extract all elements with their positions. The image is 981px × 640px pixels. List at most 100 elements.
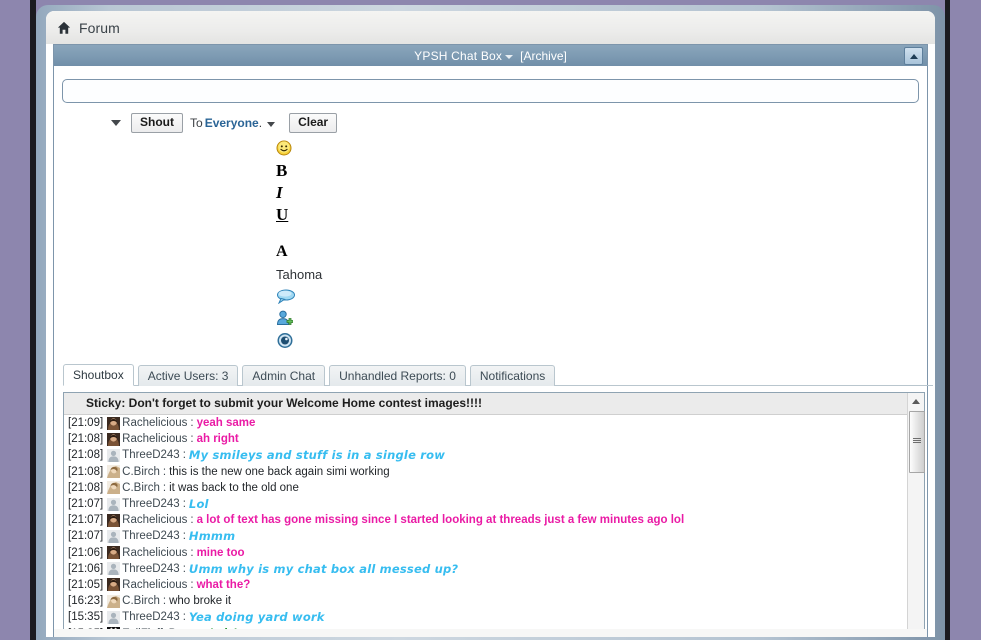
message-row: [21:09] Rachelicious: yeah same — [64, 415, 907, 431]
message-row: [21:08] C.Birch: it was back to the old on… — [64, 480, 907, 496]
chevron-up-icon — [909, 53, 918, 59]
tab-notifications[interactable]: Notifications — [469, 365, 556, 386]
message-username[interactable]: Rachelicious — [122, 514, 187, 526]
message-username[interactable]: C.Birch — [122, 482, 160, 494]
message-text: Yea doing yard work — [188, 610, 325, 625]
message-row: [21:08] C.Birch: this is the new one back … — [64, 464, 907, 480]
message-text: Lol — [188, 497, 209, 512]
breadcrumb: Forum — [46, 11, 935, 44]
message-separator: : — [182, 611, 186, 624]
avatar-rachelicious[interactable] — [107, 546, 121, 560]
avatar-threed243[interactable] — [107, 562, 121, 576]
shout-button[interactable]: Shout — [131, 113, 183, 133]
speech-bubble-button[interactable] — [276, 285, 396, 307]
message-row: [21:08] Rachelicious: ah right — [64, 431, 907, 447]
add-user-button[interactable] — [276, 307, 396, 329]
chevron-down-icon[interactable] — [505, 55, 514, 59]
avatar-cbirch[interactable] — [107, 481, 121, 495]
sound-icon — [277, 332, 293, 348]
message-separator: : — [190, 578, 194, 591]
message-username[interactable]: Rachelicious — [122, 579, 187, 591]
shout-input[interactable] — [62, 79, 919, 103]
message-text: mine too — [196, 546, 245, 559]
font-family-select[interactable]: Tahoma — [276, 263, 396, 285]
message-text: Hmmm — [188, 529, 236, 544]
clear-button[interactable]: Clear — [289, 113, 338, 133]
message-separator: : — [182, 498, 186, 511]
message-separator: : — [182, 562, 186, 575]
avatar-threed243[interactable] — [107, 529, 121, 543]
shoutbox-log: Sticky: Don't forget to submit your Welc… — [63, 392, 925, 637]
message-text: this is the new one back again simi work… — [169, 465, 390, 478]
font-color-button[interactable]: A — [276, 241, 396, 263]
tab-active-users[interactable]: Active Users: 3 — [137, 365, 239, 386]
message-username[interactable]: ThreeD243 — [122, 530, 180, 542]
avatar-threed243[interactable] — [107, 497, 121, 511]
message-separator: : — [190, 433, 194, 446]
message-separator: : — [162, 481, 167, 494]
message-timestamp: [21:08] — [68, 449, 104, 462]
smiley-button[interactable] — [276, 137, 396, 159]
tab-shoutbox[interactable]: Shoutbox — [63, 364, 134, 386]
scroll-up-button[interactable] — [908, 393, 924, 409]
message-username[interactable]: C.Birch — [122, 595, 160, 607]
message-separator: : — [182, 449, 186, 462]
shout-options-caret-down-icon[interactable] — [111, 120, 121, 126]
message-username[interactable]: Rachelicious — [122, 417, 187, 429]
message-separator: : — [190, 546, 194, 559]
italic-button[interactable]: I — [276, 181, 396, 203]
tab-admin-chat[interactable]: Admin Chat — [242, 365, 326, 386]
message-username[interactable]: ThreeD243 — [122, 563, 180, 575]
chatbox-title-bar: YPSH Chat Box [Archive] — [54, 45, 927, 66]
recipient-caret-down-icon[interactable] — [267, 121, 276, 127]
avatar-cbirch[interactable] — [107, 465, 121, 479]
window-shadow-right — [945, 0, 950, 640]
sound-button[interactable] — [276, 329, 396, 351]
collapse-button[interactable] — [904, 47, 923, 65]
bold-button[interactable]: B — [276, 159, 396, 181]
avatar-threed243[interactable] — [107, 448, 121, 462]
message-row: [21:07] ThreeD243: Lol — [64, 496, 907, 512]
avatar-rachelicious[interactable] — [107, 416, 121, 430]
message-username[interactable]: Rachelicious — [122, 433, 187, 445]
message-timestamp: [21:06] — [68, 562, 104, 575]
add-user-icon — [276, 310, 293, 325]
message-text: My smileys and stuff is in a single row — [188, 448, 446, 463]
italic-glyph: I — [276, 182, 283, 202]
message-text: a lot of text has gone missing since I s… — [196, 514, 685, 527]
shout-recipient[interactable]: Everyone — [205, 116, 259, 130]
underline-glyph: U — [276, 204, 289, 224]
avatar-threed243[interactable] — [107, 610, 121, 624]
archive-link[interactable]: [Archive] — [520, 49, 567, 63]
message-row: [21:07] ThreeD243: Hmmm — [64, 528, 907, 544]
message-timestamp: [21:05] — [68, 578, 104, 591]
message-text: it was back to the old one — [169, 481, 299, 494]
breadcrumb-item-forum[interactable]: Forum — [79, 20, 120, 36]
chatbox-title-label[interactable]: YPSH Chat Box — [414, 49, 502, 63]
message-username[interactable]: ThreeD243 — [122, 498, 180, 510]
message-username[interactable]: ThreeD243 — [122, 611, 180, 623]
shoutbox-scrollbar[interactable] — [907, 393, 925, 637]
message-timestamp: [21:08] — [68, 433, 104, 446]
message-username[interactable]: Rachelicious — [122, 547, 187, 559]
avatar-rachelicious[interactable] — [107, 578, 121, 592]
shout-to-label: To — [190, 116, 203, 130]
home-icon[interactable] — [57, 21, 71, 35]
shoutbox-scroll-area[interactable]: Sticky: Don't forget to submit your Welc… — [64, 393, 907, 637]
format-toolbar: B I U A Tahoma — [276, 137, 396, 351]
browser-window-frame: Forum YPSH Chat Box [Archive] Shout To E… — [36, 5, 945, 640]
underline-button[interactable]: U — [276, 203, 396, 225]
message-row: [21:08] ThreeD243: My smileys and stuff is… — [64, 447, 907, 463]
avatar-cbirch[interactable] — [107, 594, 121, 608]
message-username[interactable]: ThreeD243 — [122, 449, 180, 461]
scrollbar-thumb[interactable] — [909, 411, 925, 473]
shout-recipient-period: . — [258, 116, 263, 130]
avatar-rachelicious[interactable] — [107, 432, 121, 446]
chatbox-tabs: Shoutbox Active Users: 3 Admin Chat Unha… — [63, 364, 933, 386]
message-separator: : — [182, 530, 186, 543]
avatar-rachelicious[interactable] — [107, 513, 121, 527]
tab-unhandled-reports[interactable]: Unhandled Reports: 0 — [329, 365, 466, 386]
message-row: [15:35] ThreeD243: Yea doing yard work — [64, 609, 907, 625]
message-username[interactable]: C.Birch — [122, 466, 160, 478]
message-row: [21:05] Rachelicious: what the? — [64, 577, 907, 593]
